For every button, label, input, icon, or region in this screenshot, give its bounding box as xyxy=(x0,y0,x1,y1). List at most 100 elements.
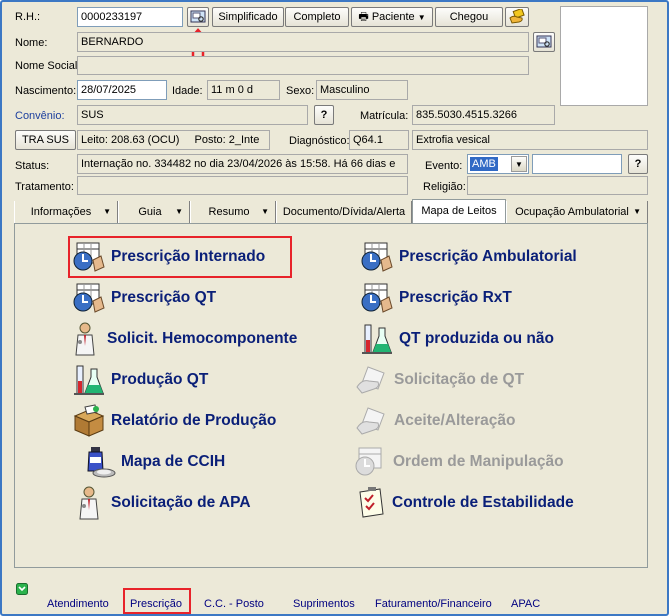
hand-card-button[interactable] xyxy=(505,7,529,27)
menu-item-label: QT produzida ou não xyxy=(399,330,554,347)
paciente-button[interactable]: 🖶 Paciente ▼ xyxy=(351,7,433,27)
convenio-field: SUS xyxy=(77,105,308,125)
menu-item-label: Aceite/Alteração xyxy=(394,412,516,429)
rh-lookup-button[interactable] xyxy=(187,7,209,27)
tab-label: Resumo xyxy=(208,206,250,218)
menu-item-label: Prescrição QT xyxy=(111,289,217,306)
menu-item-label: Mapa de CCIH xyxy=(121,453,226,470)
diagnostico-desc-field: Extrofia vesical xyxy=(412,130,648,150)
evento-select[interactable]: AMB ▼ xyxy=(467,154,529,174)
menu-item-label: Solicit. Hemocomponente xyxy=(107,330,298,347)
matricula-field: 835.5030.4515.3266 xyxy=(412,105,555,125)
evento-extra-input[interactable] xyxy=(532,154,622,174)
tratamento-field xyxy=(77,176,408,195)
religiao-label: Religião: xyxy=(423,181,466,193)
rh-label: R.H.: xyxy=(15,11,41,23)
tab-documento-divida-alerta[interactable]: Documento/Dívida/Alerta xyxy=(276,201,412,223)
main-window: R.H.: 0000233197 Simplificado Completo 🖶… xyxy=(0,0,669,616)
tra-sus-button[interactable]: TRA SUS xyxy=(15,130,76,150)
top-tabbar: Informações ▼ Guia ▼ Resumo ▼ Documento/… xyxy=(14,199,648,223)
patient-photo xyxy=(560,6,648,106)
menu-item-label: Solicitação de QT xyxy=(394,371,525,388)
sexo-label: Sexo: xyxy=(286,85,315,97)
calendar-clock-icon xyxy=(355,447,382,476)
menu-solicitacao-de-qt: Solicitação de QT xyxy=(354,363,524,397)
chegou-button[interactable]: Chegou xyxy=(435,7,503,27)
menu-item-label: Produção QT xyxy=(111,371,209,388)
menu-ordem-de-manipulacao: Ordem de Manipulação xyxy=(353,445,564,479)
menu-panel: Prescrição Internado Prescrição QT Solic… xyxy=(14,223,648,568)
tab-guia[interactable]: Guia ▼ xyxy=(118,201,190,223)
menu-item-label: Relatório de Produção xyxy=(111,412,277,429)
tab-mapa-de-leitos[interactable]: Mapa de Leitos xyxy=(412,199,506,223)
rh-input[interactable]: 0000233197 xyxy=(77,7,183,27)
convenio-label[interactable]: Convênio: xyxy=(15,109,65,123)
nome-social-label: Nome Social: xyxy=(15,60,81,72)
completo-button[interactable]: Completo xyxy=(285,7,349,27)
leito-field: Leito: 208.63 (OCU) Posto: 2_Inte xyxy=(77,130,270,150)
menu-relatorio-de-producao[interactable]: Relatório de Produção xyxy=(71,404,276,438)
menu-item-label: Controle de Estabilidade xyxy=(392,494,574,511)
posto-value: 2_Inte xyxy=(228,134,260,146)
bottom-tab-atendimento[interactable]: Atendimento xyxy=(47,598,109,610)
status-label: Status: xyxy=(15,160,50,172)
menu-solicit-hemocomponente[interactable]: Solicit. Hemocomponente xyxy=(67,322,297,356)
sexo-field: Masculino xyxy=(316,80,408,100)
menu-prescricao-qt[interactable]: Prescrição QT xyxy=(71,281,216,315)
convenio-help-button[interactable]: ? xyxy=(314,105,334,125)
matricula-label: Matrícula: xyxy=(360,110,409,122)
nome-social-field xyxy=(77,56,529,75)
bottom-tabbar: Atendimento Prescrição C.C. - Posto Supr… xyxy=(14,580,648,616)
idade-label: Idade: xyxy=(172,85,203,97)
nome-label: Nome: xyxy=(15,37,48,49)
nascimento-input[interactable]: 28/07/2025 xyxy=(77,80,167,100)
bottom-tab-cc-posto[interactable]: C.C. - Posto xyxy=(204,598,264,610)
tab-label: Documento/Dívida/Alerta xyxy=(282,206,406,218)
chevron-down-icon: ▼ xyxy=(417,13,426,22)
tab-label: Guia xyxy=(138,206,162,218)
lab-flask-icon xyxy=(362,324,392,354)
card-search-icon xyxy=(190,10,206,23)
tab-label: Mapa de Leitos xyxy=(421,205,497,217)
menu-producao-qt[interactable]: Produção QT xyxy=(71,363,208,397)
leito-text: Leito: 208.63 (OCU) xyxy=(81,134,180,146)
menu-item-label: Solicitação de APA xyxy=(111,494,251,511)
menu-item-label: Prescrição Ambulatorial xyxy=(399,248,577,265)
menu-prescricao-rxt[interactable]: Prescrição RxT xyxy=(359,281,512,315)
bottom-tab-apac[interactable]: APAC xyxy=(511,598,540,610)
doctor-icon xyxy=(75,322,95,356)
bottom-tab-faturamento-financeiro[interactable]: Faturamento/Financeiro xyxy=(375,598,492,610)
printer-icon: 🖶 xyxy=(358,11,369,23)
evento-help-button[interactable]: ? xyxy=(628,154,648,174)
lab-flask-icon xyxy=(74,365,104,395)
chevron-down-icon: ▼ xyxy=(261,207,269,216)
bottom-tab-suprimentos[interactable]: Suprimentos xyxy=(293,598,355,610)
hand-card-icon xyxy=(509,7,525,24)
nome-lookup-button[interactable] xyxy=(533,32,555,52)
menu-qt-produzida-ou-nao[interactable]: QT produzida ou não xyxy=(359,322,554,356)
tab-informacoes[interactable]: Informações ▼ xyxy=(14,201,118,223)
evento-selected-value: AMB xyxy=(470,157,498,171)
chevron-down-icon[interactable]: ▼ xyxy=(511,156,527,172)
calendar-clock-icon xyxy=(361,242,393,272)
status-field: Internação no. 334482 no dia 23/04/2026 … xyxy=(77,154,408,174)
tab-resumo[interactable]: Resumo ▼ xyxy=(190,201,276,223)
checklist-icon xyxy=(359,487,384,518)
menu-controle-de-estabilidade[interactable]: Controle de Estabilidade xyxy=(352,486,574,520)
simplificado-button[interactable]: Simplificado xyxy=(212,7,284,27)
hand-paper-icon xyxy=(356,407,385,435)
tab-ocupacao-ambulatorial[interactable]: Ocupação Ambulatorial ▼ xyxy=(506,201,648,223)
chevron-down-icon: ▼ xyxy=(103,207,111,216)
menu-mapa-de-ccih[interactable]: Mapa de CCIH xyxy=(81,445,225,479)
calendar-clock-icon xyxy=(361,283,393,313)
expand-icon[interactable] xyxy=(16,583,28,595)
highlight-box-prescricao-tab xyxy=(123,588,191,614)
idade-field: 11 m 0 d xyxy=(207,80,280,100)
nascimento-label: Nascimento: xyxy=(15,85,77,97)
menu-solicitacao-de-apa[interactable]: Solicitação de APA xyxy=(71,486,251,520)
hand-paper-icon xyxy=(356,366,385,394)
chevron-down-icon: ▼ xyxy=(633,207,641,216)
menu-prescricao-ambulatorial[interactable]: Prescrição Ambulatorial xyxy=(359,240,577,274)
chevron-down-icon: ▼ xyxy=(175,207,183,216)
menu-item-label: Ordem de Manipulação xyxy=(393,453,564,470)
